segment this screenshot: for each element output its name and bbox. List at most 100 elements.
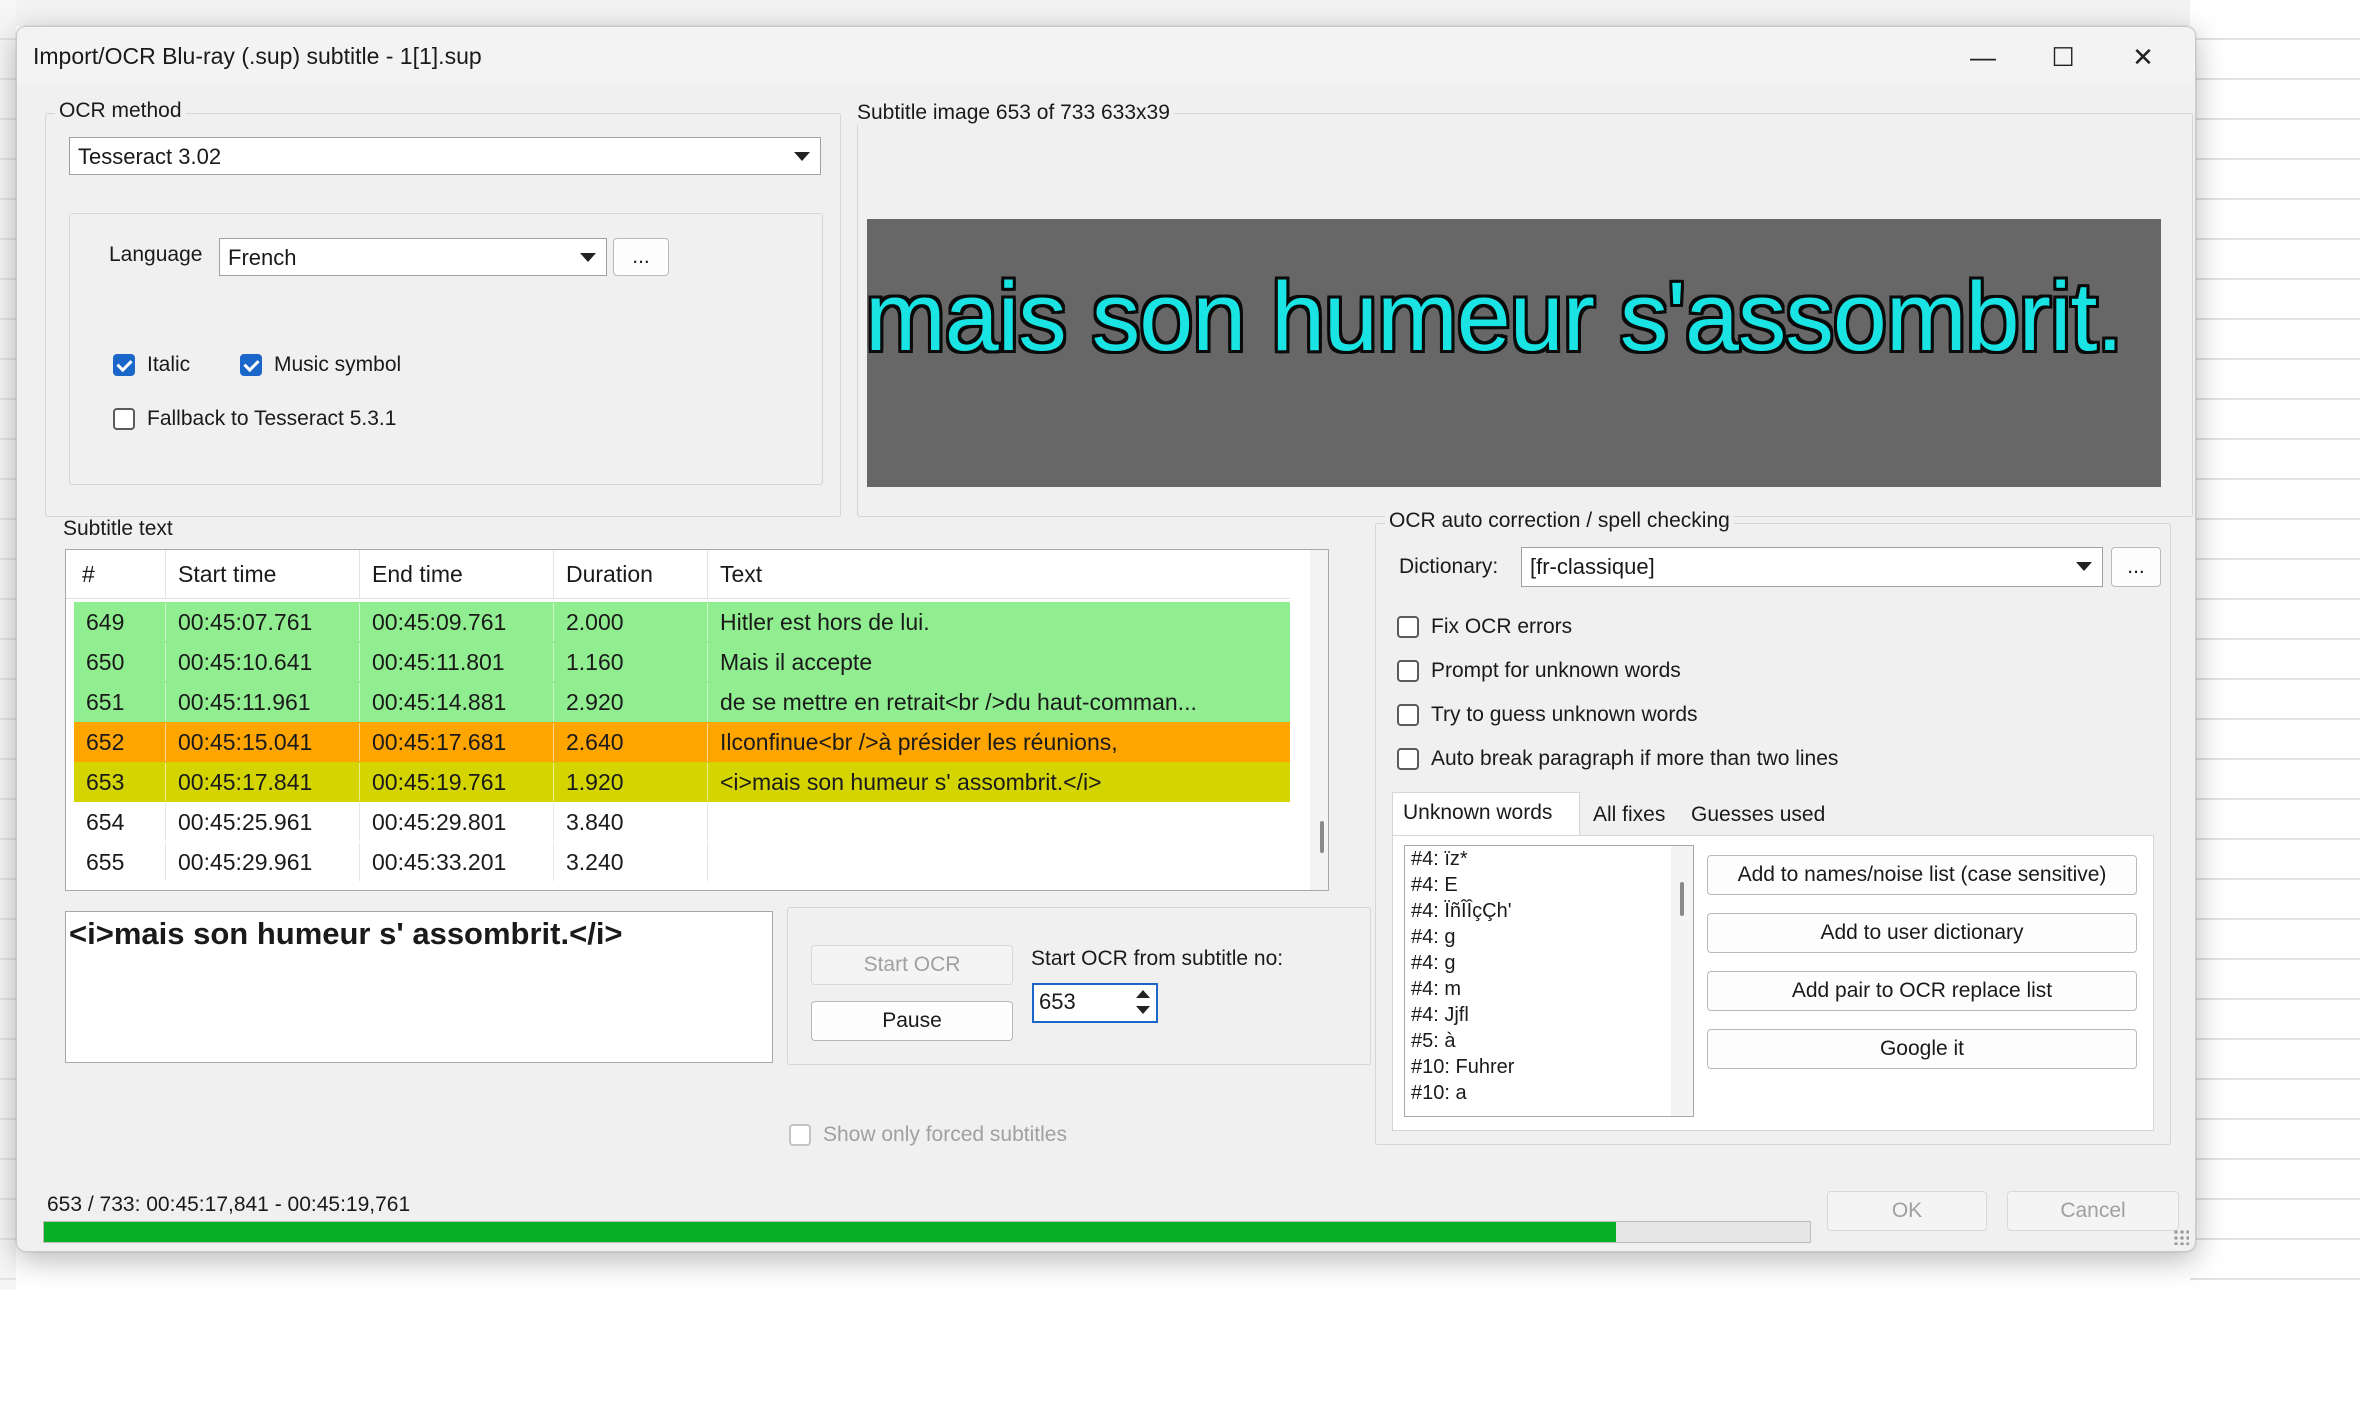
desktop-background-left (0, 0, 16, 1290)
cell-start-time: 00:45:11.961 (166, 683, 360, 721)
list-item[interactable]: #4: m (1405, 976, 1693, 1002)
add-to-names-button[interactable]: Add to names/noise list (case sensitive) (1707, 855, 2137, 895)
column-header-duration[interactable]: Duration (554, 550, 708, 598)
table-row[interactable]: 654 00:45:25.961 00:45:29.801 3.840 (74, 802, 1290, 842)
google-it-button[interactable]: Google it (1707, 1029, 2137, 1069)
table-row[interactable]: 653 00:45:17.841 00:45:19.761 1.920 <i>mais … (74, 762, 1290, 802)
cell-duration: 3.840 (554, 803, 708, 841)
table-row[interactable]: 651 00:45:11.961 00:45:14.881 2.920 de se me… (74, 682, 1290, 722)
prompt-unknown-label: Prompt for unknown words (1431, 659, 1681, 682)
cell-duration: 2.920 (554, 683, 708, 721)
column-header-number[interactable]: # (70, 550, 166, 598)
fix-ocr-errors-label: Fix OCR errors (1431, 615, 1573, 638)
cell-text: <i>mais son humeur s' assombrit.</i> (720, 769, 1102, 795)
subtitle-text-editor[interactable]: <i>mais son humeur s' assombrit.</i> (65, 911, 773, 1063)
table-row[interactable]: 649 00:45:07.761 00:45:09.761 2.000 Hitler e… (74, 602, 1290, 642)
table-row[interactable]: 655 00:45:29.961 00:45:33.201 3.240 (74, 842, 1290, 882)
cell-end-time: 00:45:09.761 (360, 603, 554, 641)
language-select[interactable]: French (219, 238, 607, 276)
list-item[interactable]: #4: ïz* (1405, 846, 1693, 872)
checkbox-checked-icon (113, 354, 135, 376)
cell-start-time: 00:45:25.961 (166, 803, 360, 841)
cell-duration: 2.000 (554, 603, 708, 641)
table-row[interactable]: 650 00:45:10.641 00:45:11.801 1.160 Mais il … (74, 642, 1290, 682)
guess-unknown-checkbox[interactable]: Try to guess unknown words (1397, 703, 1698, 727)
unknown-words-scroll-thumb[interactable] (1680, 882, 1684, 916)
subtitle-grid-scrollbar[interactable] (1310, 550, 1328, 890)
close-button[interactable]: ✕ (2113, 37, 2173, 77)
subtitle-text-label: Subtitle text (59, 517, 177, 541)
ok-button[interactable]: OK (1827, 1191, 1987, 1231)
add-to-user-dictionary-button[interactable]: Add to user dictionary (1707, 913, 2137, 953)
cell-start-time: 00:45:15.041 (166, 723, 360, 761)
cell-number: 655 (74, 843, 166, 881)
list-item[interactable]: #4: E (1405, 872, 1693, 898)
maximize-button[interactable]: ☐ (2033, 37, 2093, 77)
checkbox-unchecked-icon (113, 408, 135, 430)
maximize-icon: ☐ (2051, 41, 2075, 72)
italic-checkbox[interactable]: Italic (113, 353, 190, 377)
fix-ocr-errors-checkbox[interactable]: Fix OCR errors (1397, 615, 1572, 639)
ocr-dialog-window: Import/OCR Blu-ray (.sup) subtitle - 1[1… (16, 26, 2196, 1252)
table-row[interactable]: 652 00:45:15.041 00:45:17.681 2.640 Ilconfin… (74, 722, 1290, 762)
start-ocr-button[interactable]: Start OCR (811, 945, 1013, 985)
show-forced-checkbox[interactable]: Show only forced subtitles (789, 1123, 1067, 1147)
list-item[interactable]: #4: g (1405, 950, 1693, 976)
list-item[interactable]: #10: Fuhrer (1405, 1054, 1693, 1080)
dictionary-value: [fr-classique] (1530, 554, 1655, 579)
cell-duration: 1.160 (554, 643, 708, 681)
add-pair-ocr-replace-button[interactable]: Add pair to OCR replace list (1707, 971, 2137, 1011)
background-spreadsheet (2190, 0, 2360, 1290)
cell-start-time: 00:45:29.961 (166, 843, 360, 881)
title-bar: Import/OCR Blu-ray (.sup) subtitle - 1[1… (17, 27, 2195, 85)
dictionary-select[interactable]: [fr-classique] (1521, 547, 2103, 587)
list-item[interactable]: #4: ÏñÎÎçÇh' (1405, 898, 1693, 924)
dictionary-more-button[interactable]: ... (2111, 547, 2161, 587)
subtitle-image-label: Subtitle image 653 of 733 633x39 (853, 101, 1174, 125)
spin-up-icon[interactable] (1136, 990, 1150, 998)
status-text: 653 / 733: 00:45:17,841 - 00:45:19,761 (47, 1193, 411, 1216)
ocr-method-label: OCR method (55, 99, 186, 123)
subtitle-grid[interactable]: # Start time End time Duration Text 649 0… (65, 549, 1329, 891)
minimize-button[interactable]: — (1953, 37, 2013, 77)
checkbox-unchecked-icon (1397, 616, 1419, 638)
cancel-button[interactable]: Cancel (2007, 1191, 2179, 1231)
checkbox-unchecked-icon (1397, 748, 1419, 770)
list-item[interactable]: #4: g (1405, 924, 1693, 950)
ocr-method-value: Tesseract 3.02 (78, 144, 222, 169)
dictionary-label: Dictionary: (1399, 555, 1499, 578)
prompt-unknown-checkbox[interactable]: Prompt for unknown words (1397, 659, 1681, 683)
list-item[interactable]: #10: a (1405, 1080, 1693, 1106)
fallback-tesseract-checkbox[interactable]: Fallback to Tesseract 5.3.1 (113, 407, 396, 431)
column-header-end-time[interactable]: End time (360, 550, 554, 598)
tab-unknown-words[interactable]: Unknown words (1392, 792, 1580, 836)
start-from-spinner[interactable]: 653 (1032, 983, 1158, 1023)
tab-guesses-used[interactable]: Guesses used (1681, 795, 1841, 835)
tab-all-fixes[interactable]: All fixes (1583, 795, 1679, 835)
close-icon: ✕ (2132, 41, 2154, 72)
language-value: French (228, 245, 297, 270)
pause-button[interactable]: Pause (811, 1001, 1013, 1041)
spin-down-icon[interactable] (1136, 1006, 1150, 1014)
desktop-background-bottom (0, 1290, 2360, 1408)
list-item[interactable]: #4: Jjfl (1405, 1002, 1693, 1028)
window-title: Import/OCR Blu-ray (.sup) subtitle - 1[1… (33, 43, 482, 69)
subtitle-grid-scroll-thumb[interactable] (1320, 821, 1324, 853)
subtitle-image-text: mais son humeur s'assombrit. (867, 262, 2123, 371)
column-header-start-time[interactable]: Start time (166, 550, 360, 598)
auto-break-checkbox[interactable]: Auto break paragraph if more than two li… (1397, 747, 1838, 771)
cell-text: de se mettre en retrait<br />du haut-com… (720, 689, 1197, 715)
unknown-words-items: #4: ïz* #4: E #4: ÏñÎÎçÇh' #4: g #4: g #4: m #… (1405, 846, 1693, 1106)
list-item[interactable]: #5: à (1405, 1028, 1693, 1054)
cell-end-time: 00:45:33.201 (360, 843, 554, 881)
ocr-method-select[interactable]: Tesseract 3.02 (69, 137, 821, 175)
cell-start-time: 00:45:07.761 (166, 603, 360, 641)
resize-grip-icon[interactable] (2173, 1229, 2189, 1245)
guess-unknown-label: Try to guess unknown words (1431, 703, 1698, 726)
column-header-text[interactable]: Text (708, 550, 1290, 598)
unknown-words-list[interactable]: #4: ïz* #4: E #4: ÏñÎÎçÇh' #4: g #4: g #4: m #… (1404, 845, 1694, 1117)
music-symbol-checkbox[interactable]: Music symbol (240, 353, 401, 377)
cell-number: 652 (74, 723, 166, 761)
cell-end-time: 00:45:17.681 (360, 723, 554, 761)
language-more-button[interactable]: ... (613, 238, 669, 276)
